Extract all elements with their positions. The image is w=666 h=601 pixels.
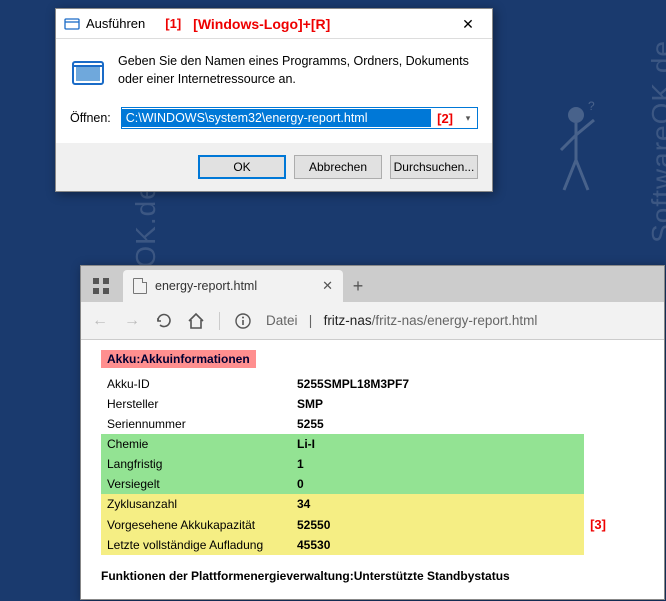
report-heading: Akku:Akkuinformationen [101,350,256,368]
row-label: Langfristig [101,454,291,474]
open-label: Öffnen: [70,111,111,125]
chevron-down-icon[interactable]: ▾ [459,113,477,124]
table-row: ChemieLi-I [101,434,650,454]
forward-icon: → [123,312,141,330]
close-button[interactable]: ✕ [446,10,490,38]
titlebar: Ausführen [1] [Windows-Logo]+[R] ✕ [56,9,492,39]
row-value: 34 [291,494,584,514]
battery-info-table: Akku-ID5255SMPL18M3PF7HerstellerSMPSerie… [101,374,650,555]
tab-title: energy-report.html [155,279,314,293]
address-bar: ← → Datei | fritz-nas/fritz-nas/energy-r… [81,302,664,340]
dialog-description: Geben Sie den Namen eines Programms, Ord… [118,53,478,91]
table-row: Langfristig1 [101,454,650,474]
row-label: Hersteller [101,394,291,414]
run-dialog: Ausführen [1] [Windows-Logo]+[R] ✕ Geben… [55,8,493,192]
dialog-title: Ausführen [86,16,145,31]
row-label: Versiegelt [101,474,291,494]
divider [219,312,220,330]
row-value: 1 [291,454,584,474]
tab-close-icon[interactable]: ✕ [322,278,333,294]
ok-button[interactable]: OK [198,155,286,179]
row-value: 5255SMPL18M3PF7 [291,374,584,394]
annotation-shortcut: [Windows-Logo]+[R] [193,16,330,32]
refresh-icon[interactable] [155,312,173,330]
addr-path: /fritz-nas/energy-report.html [372,313,538,328]
file-icon [133,278,147,294]
table-row: Versiegelt0 [101,474,650,494]
cancel-button[interactable]: Abbrechen [294,155,382,179]
mascot-figure: ? [546,100,606,200]
report-subheading: Funktionen der Plattformenergieverwaltun… [101,569,650,583]
annotation-2: [2] [431,111,459,126]
row-label: Vorgesehene Akkukapazität [101,514,291,535]
row-value: 5255 [291,414,584,434]
row-label: Akku-ID [101,374,291,394]
open-input[interactable] [122,109,431,127]
row-label: Chemie [101,434,291,454]
table-row: Zyklusanzahl34 [101,494,650,514]
row-label: Zyklusanzahl [101,494,291,514]
table-row: Akku-ID5255SMPL18M3PF7 [101,374,650,394]
watermark-text-2: SoftwareOK.de [646,40,666,243]
run-dialog-icon [64,16,80,32]
table-row: Seriennummer5255 [101,414,650,434]
row-value: 0 [291,474,584,494]
addr-host: fritz-nas [324,313,372,328]
row-label: Seriennummer [101,414,291,434]
report-content: Akku:Akkuinformationen Akku-ID5255SMPL18… [81,340,664,597]
row-value: Li-I [291,434,584,454]
open-combobox[interactable]: [2] ▾ [121,107,478,129]
home-icon[interactable] [187,312,205,330]
browser-window: energy-report.html ✕ + ← → Datei | fritz… [80,265,665,600]
browse-button[interactable]: Durchsuchen... [390,155,478,179]
table-row: Vorgesehene Akkukapazität52550[3] [101,514,650,535]
address-text[interactable]: Datei | fritz-nas/fritz-nas/energy-repor… [266,313,537,328]
table-row: Letzte vollständige Aufladung45530 [101,535,650,555]
new-tab-button[interactable]: + [343,270,373,302]
annotation-3: [3] [584,514,650,535]
svg-text:?: ? [588,100,595,113]
row-value: SMP [291,394,584,414]
browser-tab[interactable]: energy-report.html ✕ [123,270,343,302]
window-menu-icon[interactable] [93,278,109,294]
run-large-icon [70,55,106,91]
table-row: HerstellerSMP [101,394,650,414]
info-icon[interactable] [234,312,252,330]
tab-strip: energy-report.html ✕ + [81,266,664,302]
addr-prefix: Datei [266,313,298,328]
back-icon: ← [91,312,109,330]
row-label: Letzte vollständige Aufladung [101,535,291,555]
dialog-footer: OK Abbrechen Durchsuchen... [56,143,492,191]
row-value: 45530 [291,535,584,555]
annotation-1: [1] [165,16,181,31]
row-value: 52550 [291,514,584,535]
